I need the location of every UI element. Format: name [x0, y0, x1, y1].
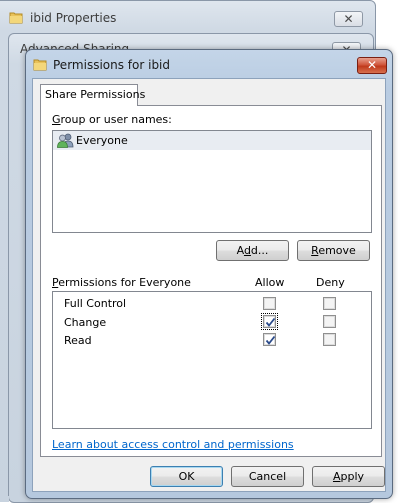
checkmark-icon — [265, 335, 276, 345]
tab-share-permissions[interactable]: Share Permissions — [40, 84, 145, 106]
folder-icon — [33, 58, 47, 71]
underlying-window-edge — [0, 496, 9, 502]
deny-change-checkbox[interactable] — [323, 315, 336, 328]
permission-name: Change — [64, 316, 107, 329]
users-group-icon — [57, 133, 74, 148]
add-button[interactable]: Add... — [216, 240, 289, 261]
allow-full-control-checkbox[interactable] — [263, 297, 276, 310]
close-icon: ✕ — [366, 58, 378, 72]
properties-window-title: ibid Properties — [30, 11, 117, 25]
deny-column-header: Deny — [316, 276, 345, 289]
permission-name: Read — [64, 334, 92, 347]
checkmark-icon — [265, 317, 276, 327]
properties-close-button[interactable]: ✕ — [334, 11, 363, 27]
permissions-label: Permissions for Everyone — [52, 276, 191, 289]
user-name: Everyone — [76, 134, 128, 147]
deny-full-control-checkbox[interactable] — [323, 297, 336, 310]
remove-button[interactable]: Remove — [297, 240, 370, 261]
allow-column-header: Allow — [255, 276, 285, 289]
dialog-title: Permissions for ibid — [53, 58, 171, 72]
allow-read-checkbox[interactable] — [263, 333, 276, 346]
access-control-help-link[interactable]: Learn about access control and permissio… — [52, 438, 294, 451]
deny-read-checkbox[interactable] — [323, 333, 336, 346]
apply-button[interactable]: Apply — [312, 466, 385, 487]
permission-name: Full Control — [64, 297, 127, 310]
cancel-button[interactable]: Cancel — [231, 466, 304, 487]
ok-button[interactable]: OK — [150, 466, 223, 487]
permissions-list — [52, 291, 372, 429]
folder-icon — [9, 11, 23, 24]
allow-change-checkbox[interactable] — [261, 313, 278, 330]
group-names-label: Group or user names: — [52, 113, 172, 126]
close-button[interactable]: ✕ — [357, 57, 387, 74]
